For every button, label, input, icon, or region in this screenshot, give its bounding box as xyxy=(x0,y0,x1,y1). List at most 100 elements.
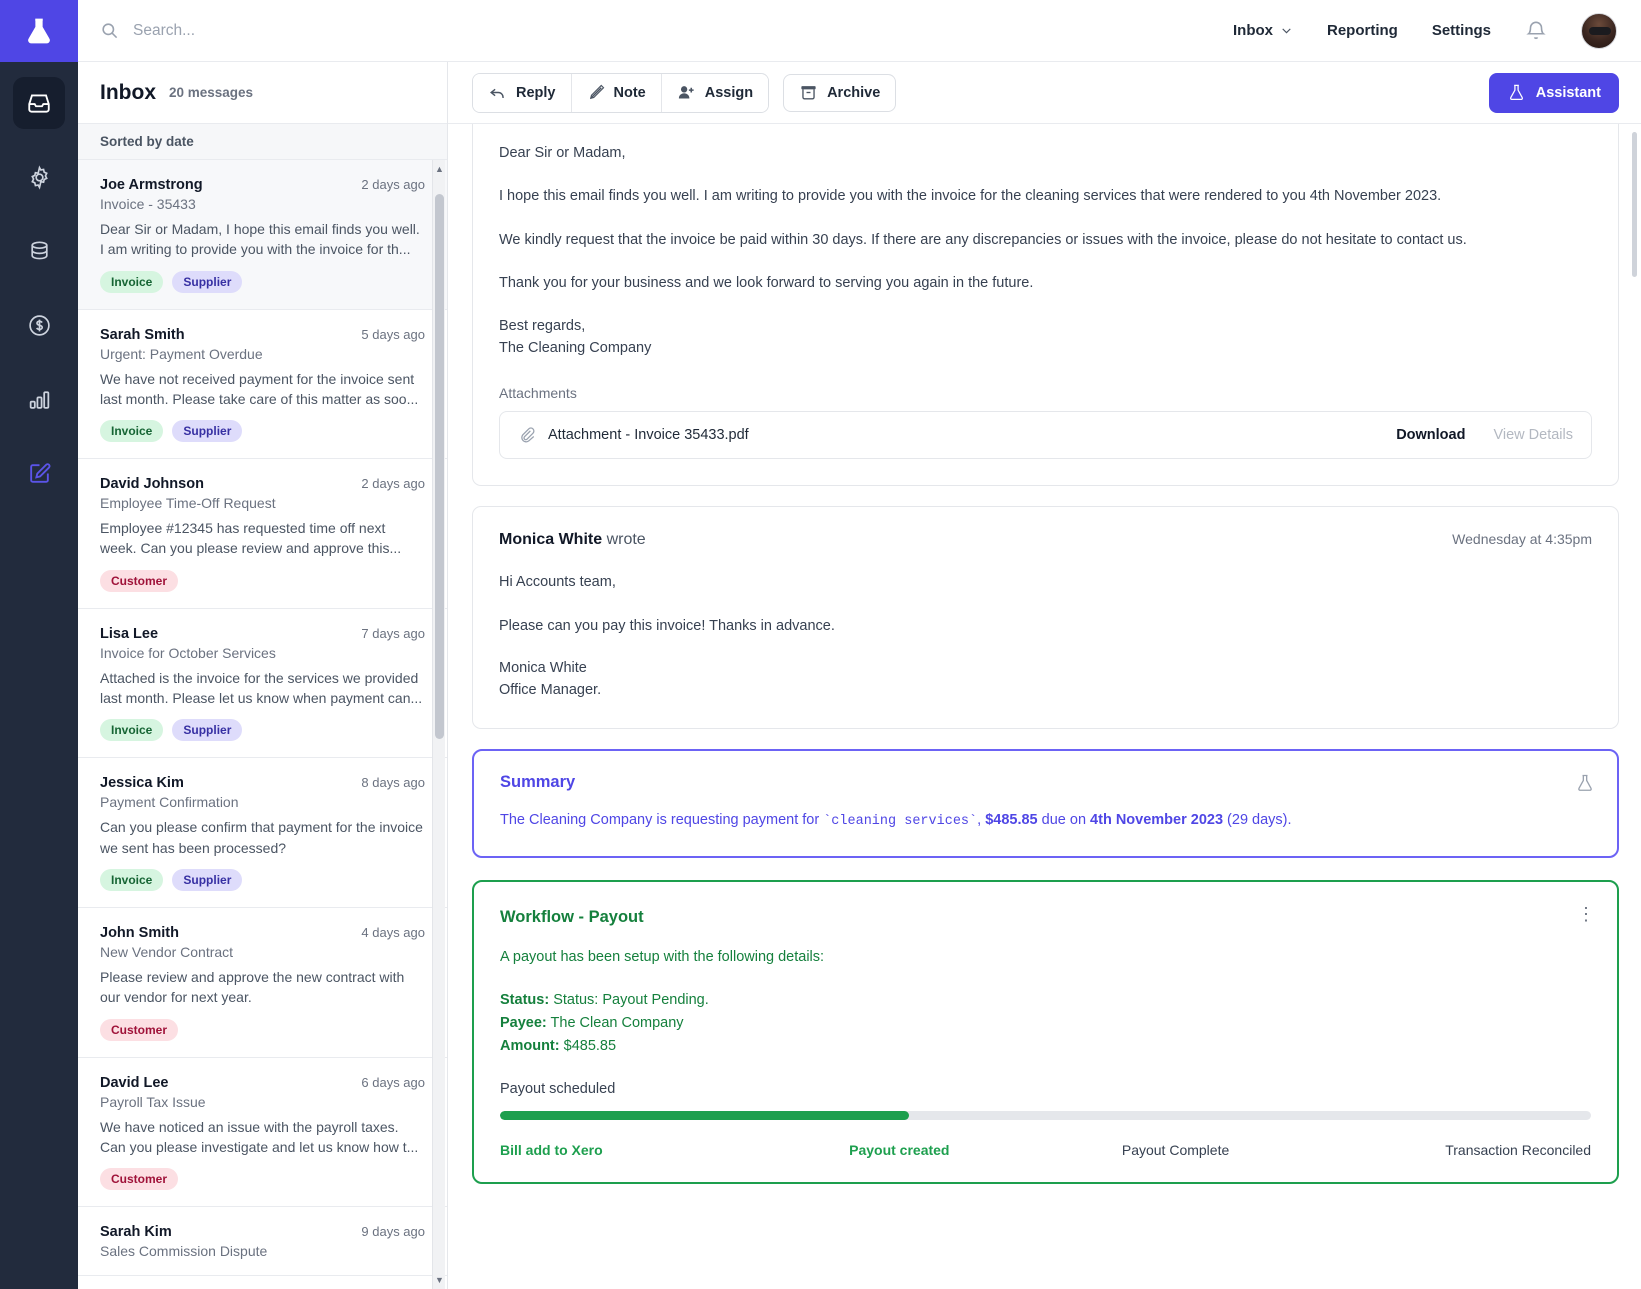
list-item-sender: David Johnson xyxy=(100,476,204,493)
message-list-pane: Inbox 20 messages Sorted by date Joe Arm… xyxy=(78,62,448,1289)
sidebar-item-data[interactable] xyxy=(13,225,65,277)
list-item[interactable]: Sarah Smith 5 days ago Urgent: Payment O… xyxy=(78,310,447,460)
tag-customer[interactable]: Customer xyxy=(100,1018,179,1041)
list-item-sender: David Lee xyxy=(100,1074,169,1091)
tag-invoice[interactable]: Invoice xyxy=(100,719,164,742)
tag-supplier[interactable]: Supplier xyxy=(172,868,243,891)
reply-label: Reply xyxy=(516,84,556,101)
note-author-name: Monica White xyxy=(499,531,603,549)
search-icon[interactable] xyxy=(100,21,119,40)
summary-amount: $485.85 xyxy=(985,811,1038,828)
database-icon xyxy=(30,241,48,259)
tag-customer[interactable]: Customer xyxy=(100,1168,179,1191)
note-button[interactable]: Note xyxy=(571,73,662,112)
list-item-preview: Can you please confirm that payment for … xyxy=(100,819,423,856)
summary-due-date: 4th November 2023 xyxy=(1090,811,1224,828)
list-item-header: Joe Armstrong 2 days ago xyxy=(100,177,425,193)
search-area xyxy=(100,21,1233,40)
nav-item-settings-label: Settings xyxy=(1431,22,1491,39)
tag-supplier[interactable]: Supplier xyxy=(172,270,243,293)
list-item[interactable]: John Smith 4 days ago New Vendor Contrac… xyxy=(78,908,447,1058)
search-input[interactable] xyxy=(133,21,553,40)
workflow-status-text: Payout scheduled xyxy=(500,1080,616,1097)
message-count: 20 messages xyxy=(169,85,254,100)
email-paragraph-3: Thank you for your business and we look … xyxy=(499,275,1034,292)
workflow-step-4[interactable]: Transaction Reconciled xyxy=(1445,1142,1591,1158)
tag-supplier[interactable]: Supplier xyxy=(172,420,243,443)
workflow-gap xyxy=(500,968,1591,989)
sort-bar[interactable]: Sorted by date xyxy=(78,124,447,160)
note-timestamp: Wednesday at 4:35pm xyxy=(1452,531,1592,548)
reply-button[interactable]: Reply xyxy=(473,73,572,112)
workflow-field-payee-key: Payee: xyxy=(500,1015,547,1032)
list-item-subject: Sales Commission Dispute xyxy=(100,1243,268,1260)
sidebar-item-billing[interactable] xyxy=(13,299,65,351)
tag-invoice[interactable]: Invoice xyxy=(100,420,164,443)
nav-item-reporting[interactable]: Reporting xyxy=(1327,22,1398,39)
avatar[interactable] xyxy=(1581,12,1617,49)
reader-scrollbar-thumb[interactable] xyxy=(1632,132,1637,277)
workflow-step-1[interactable]: Bill add to Xero xyxy=(500,1142,849,1158)
archive-box-icon xyxy=(801,86,816,100)
view-details-link[interactable]: View Details xyxy=(1493,427,1573,443)
list-item-time: 5 days ago xyxy=(361,326,425,342)
list-item-time: 7 days ago xyxy=(361,625,425,641)
list-item-preview: Employee #12345 has requested time off n… xyxy=(100,520,402,557)
note-sig-name: Monica White xyxy=(499,660,587,677)
list-item-time: 2 days ago xyxy=(361,177,425,192)
nav-item-settings[interactable]: Settings xyxy=(1432,22,1491,39)
list-item-subject: Payment Confirmation xyxy=(100,794,239,811)
sidebar-item-settings[interactable] xyxy=(13,151,65,203)
bell-icon[interactable] xyxy=(1525,20,1547,42)
workflow-field-status-key: Status: xyxy=(500,992,550,1009)
list-item[interactable]: Jessica Kim 8 days ago Payment Confirmat… xyxy=(78,758,447,908)
left-rail xyxy=(0,0,78,1289)
top-bar: Inbox Reporting Settings xyxy=(78,0,1641,62)
workflow-step-2[interactable]: Payout created xyxy=(849,1142,1122,1158)
note-author: Monica White wrote xyxy=(499,531,646,549)
list-item-preview: We have noticed an issue with the payrol… xyxy=(100,1118,419,1155)
main-column: Inbox Reporting Settings xyxy=(78,0,1641,1289)
workflow-step-3[interactable]: Payout Complete xyxy=(1122,1142,1445,1158)
note-sig-role: Office Manager. xyxy=(499,682,602,699)
tag-invoice[interactable]: Invoice xyxy=(100,868,164,891)
app-logo[interactable] xyxy=(0,0,78,62)
list-item[interactable]: Sarah Kim 9 days ago Sales Commission Di… xyxy=(78,1207,447,1277)
assistant-button[interactable]: Assistant xyxy=(1488,72,1619,113)
list-item-subject: Urgent: Payment Overdue xyxy=(100,345,263,362)
assistant-label: Assistant xyxy=(1535,84,1601,101)
summary-prefix: The Cleaning Company is requesting payme… xyxy=(500,811,824,828)
scroll-down-arrow[interactable]: ▼ xyxy=(433,1273,446,1287)
tag-invoice[interactable]: Invoice xyxy=(100,270,164,293)
list-item-sender: Sarah Kim xyxy=(100,1224,172,1241)
sidebar-item-analytics[interactable] xyxy=(13,373,65,425)
app-root: Inbox Reporting Settings xyxy=(0,0,1641,1289)
nav-item-inbox[interactable]: Inbox xyxy=(1233,22,1293,39)
tag-supplier[interactable]: Supplier xyxy=(172,719,243,742)
pencil-icon xyxy=(589,84,604,99)
sidebar-item-compose[interactable] xyxy=(13,447,65,499)
note-header: Monica White wrote Wednesday at 4:35pm xyxy=(499,531,1592,549)
list-item[interactable]: David Lee 6 days ago Payroll Tax Issue W… xyxy=(78,1058,447,1208)
action-button-group: Reply Note Assign xyxy=(472,72,770,113)
email-paragraph-2: We kindly request that the invoice be pa… xyxy=(499,231,1467,248)
tag-customer[interactable]: Customer xyxy=(100,569,179,592)
reply-arrow-icon xyxy=(490,88,504,99)
flask-icon xyxy=(1578,774,1592,791)
scroll-up-arrow[interactable]: ▲ xyxy=(433,162,446,176)
list-item[interactable]: Joe Armstrong 2 days ago Invoice - 35433… xyxy=(78,160,447,310)
attachment-row[interactable]: Attachment - Invoice 35433.pdf Download … xyxy=(499,411,1592,460)
download-link[interactable]: Download xyxy=(1396,427,1465,443)
sidebar-item-inbox[interactable] xyxy=(13,77,65,129)
list-scrollbar[interactable]: ▲ ▼ xyxy=(432,160,445,1289)
scrollbar-thumb[interactable] xyxy=(435,194,444,739)
note-greeting: Hi Accounts team, xyxy=(499,574,616,591)
list-item[interactable]: David Johnson 2 days ago Employee Time-O… xyxy=(78,459,447,609)
list-item-tags: Customer xyxy=(100,569,425,592)
archive-button[interactable]: Archive xyxy=(783,73,897,112)
workflow-steps: Bill add to Xero Payout created Payout C… xyxy=(500,1142,1591,1158)
assign-button[interactable]: Assign xyxy=(661,73,769,112)
kebab-menu-icon[interactable]: ⋮ xyxy=(1577,904,1595,925)
flask-icon xyxy=(1509,84,1523,101)
list-item[interactable]: Lisa Lee 7 days ago Invoice for October … xyxy=(78,609,447,759)
